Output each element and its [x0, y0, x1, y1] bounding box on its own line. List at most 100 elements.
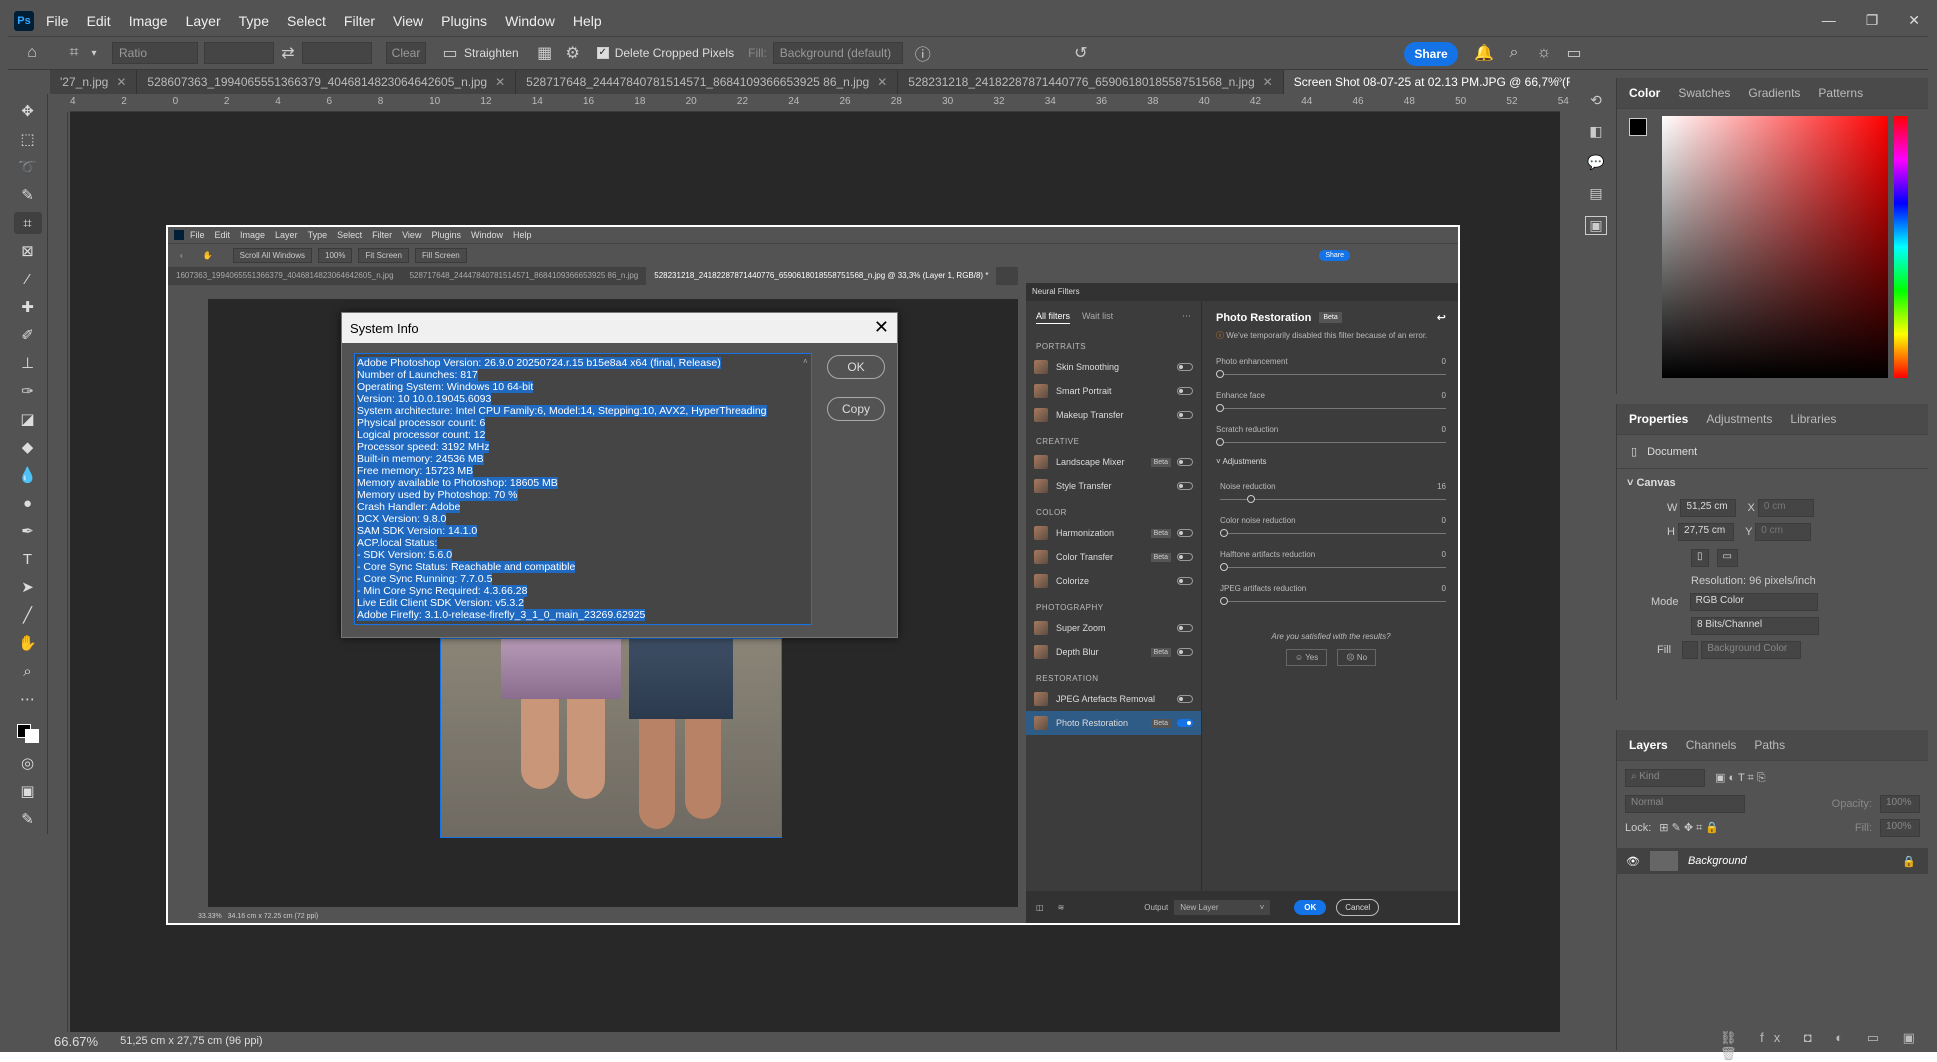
quick-select-icon[interactable]: ✎ — [14, 184, 42, 206]
no-button[interactable]: ☹ No — [1337, 649, 1377, 666]
slider-knob[interactable] — [1220, 563, 1228, 571]
delete-cropped-checkbox[interactable]: ✓ — [596, 47, 609, 59]
filter-item[interactable]: JPEG Artefacts Removal — [1026, 687, 1201, 711]
history-brush-icon[interactable]: ✑ — [14, 380, 42, 402]
filter-item[interactable]: Color Transfer Beta — [1026, 545, 1201, 569]
bell-icon[interactable]: 🔔 — [1470, 42, 1498, 64]
opacity-field[interactable]: 100% — [1880, 795, 1920, 813]
menu-type[interactable]: Type — [239, 13, 269, 29]
brush-tool-icon[interactable]: ✐ — [14, 324, 42, 346]
landscape-icon[interactable]: ▭ — [1716, 549, 1738, 567]
more-tools-icon[interactable]: ⋯ — [14, 688, 42, 710]
zoom-tool-icon[interactable]: ⌕ — [14, 660, 42, 682]
hue-slider[interactable] — [1894, 116, 1908, 378]
dodge-tool-icon[interactable]: ● — [14, 492, 42, 514]
reset-icon[interactable]: ↺ — [1067, 42, 1095, 64]
bits-select[interactable]: 8 Bits/Channel — [1691, 617, 1819, 635]
workspace-icon[interactable]: ▭ — [1560, 42, 1588, 64]
fill-swatch[interactable] — [1682, 641, 1699, 659]
portrait-icon[interactable]: ▯ — [1691, 549, 1709, 567]
crop-tool-icon[interactable]: ⌗ — [60, 42, 88, 64]
filter-slider[interactable]: JPEG artifacts reduction 0 — [1220, 584, 1446, 605]
menu-plugins[interactable]: Plugins — [441, 13, 487, 29]
filter-icons[interactable]: ▣ ◐ T ⌗ ⎘ — [1715, 771, 1766, 785]
filter-toggle[interactable] — [1177, 719, 1193, 727]
straighten-label[interactable]: Straighten — [464, 46, 519, 60]
filter-toggle[interactable] — [1177, 695, 1193, 703]
path-select-icon[interactable]: ➤ — [14, 576, 42, 598]
ratio-select[interactable]: Ratio — [112, 42, 198, 64]
layer-fill-field[interactable]: 100% — [1880, 819, 1920, 837]
layers-icon[interactable]: ≋ — [1058, 903, 1065, 912]
tab-adjustments[interactable]: Adjustments — [1706, 412, 1772, 426]
foreground-color[interactable] — [1629, 118, 1647, 136]
tab-swatches[interactable]: Swatches — [1678, 86, 1730, 100]
filter-slider[interactable]: Enhance face 0 — [1216, 391, 1446, 412]
tab-color[interactable]: Color — [1629, 86, 1660, 100]
tab-channels[interactable]: Channels — [1686, 738, 1737, 752]
width-field[interactable]: 51,25 cm — [1680, 499, 1737, 517]
straighten-icon[interactable]: ▭ — [436, 42, 464, 64]
neural-filters-icon[interactable]: ▣ — [1585, 216, 1607, 235]
filter-toggle[interactable] — [1177, 363, 1193, 371]
zoom-level[interactable]: 66.67% — [54, 1034, 98, 1049]
filter-toggle[interactable] — [1177, 577, 1193, 585]
hand-tool-icon[interactable]: ✋ — [14, 632, 42, 654]
neural-ok-button[interactable]: OK — [1294, 899, 1327, 915]
menu-layer[interactable]: Layer — [186, 13, 221, 29]
info-icon[interactable]: ⓘ — [909, 42, 937, 64]
doc-tab-active[interactable]: Screen Shot 08-07-25 at 02.13 PM.JPG @ 6… — [1283, 70, 1570, 94]
filter-slider[interactable]: Color noise reduction 0 — [1220, 516, 1446, 537]
move-tool-icon[interactable]: ✥ — [14, 100, 42, 122]
filter-toggle[interactable] — [1177, 458, 1193, 466]
screen-mode-icon[interactable]: ▣ — [14, 780, 42, 802]
slider-knob[interactable] — [1216, 438, 1224, 446]
lasso-tool-icon[interactable]: ➰ — [14, 156, 42, 178]
menu-select[interactable]: Select — [287, 13, 326, 29]
filter-toggle[interactable] — [1177, 648, 1193, 656]
blur-tool-icon[interactable]: 💧 — [14, 464, 42, 486]
close-icon[interactable]: ✕ — [1908, 12, 1920, 29]
output-select[interactable]: New Layer ˅ — [1174, 899, 1271, 915]
tab-all-filters[interactable]: All filters — [1036, 311, 1071, 324]
yes-button[interactable]: ☺ Yes — [1285, 649, 1328, 666]
tab-gradients[interactable]: Gradients — [1748, 86, 1800, 100]
doc-tab[interactable]: '27_n.jpg ✕ — [50, 70, 138, 94]
copy-button[interactable]: Copy — [827, 397, 885, 421]
menu-view[interactable]: View — [393, 13, 423, 29]
tab-properties[interactable]: Properties — [1629, 412, 1688, 426]
filter-toggle[interactable] — [1177, 411, 1193, 419]
gear-icon[interactable]: ⚙ — [559, 42, 587, 64]
menu-file[interactable]: File — [46, 13, 69, 29]
x-field[interactable]: 0 cm — [1757, 499, 1814, 517]
width-field[interactable] — [204, 42, 274, 64]
layer-name[interactable]: Background — [1688, 855, 1747, 867]
more-icon[interactable]: ⋯ — [1182, 311, 1191, 324]
crop-tool-icon[interactable]: ⌗ — [13, 212, 42, 234]
filter-slider[interactable]: Halftone artifacts reduction 0 — [1220, 550, 1446, 571]
chevron-down-icon[interactable]: ▾ — [88, 42, 100, 64]
fill-select[interactable]: Background Color — [1701, 641, 1802, 659]
close-icon[interactable]: ✕ — [874, 317, 889, 338]
slider-knob[interactable] — [1220, 529, 1228, 537]
doc-tab[interactable]: 528231218_24182287871440776_659061801855… — [898, 70, 1284, 94]
slider-knob[interactable] — [1247, 495, 1256, 503]
menu-image[interactable]: Image — [129, 13, 168, 29]
filter-toggle[interactable] — [1177, 387, 1193, 395]
learn-icon[interactable]: ▤ — [1589, 185, 1602, 202]
filter-slider[interactable]: Noise reduction 16 — [1220, 482, 1446, 503]
edit-toolbar-icon[interactable]: ✎ — [14, 808, 42, 830]
menu-edit[interactable]: Edit — [87, 13, 111, 29]
filter-toggle[interactable] — [1177, 624, 1193, 632]
blend-mode-select[interactable]: Normal — [1625, 795, 1745, 813]
filter-item[interactable]: Depth Blur Beta — [1026, 640, 1201, 664]
filter-item[interactable]: Skin Smoothing — [1026, 355, 1201, 379]
paint-bucket-icon[interactable]: ◆ — [14, 436, 42, 458]
filter-item[interactable]: Photo Restoration Beta — [1026, 711, 1201, 735]
filter-item[interactable]: Harmonization Beta — [1026, 521, 1201, 545]
filter-item[interactable]: Super Zoom — [1026, 616, 1201, 640]
stamp-tool-icon[interactable]: ⊥ — [14, 352, 42, 374]
filter-item[interactable]: Style Transfer — [1026, 474, 1201, 498]
system-info-text[interactable]: Adobe Photoshop Version: 26.9.0 20250724… — [354, 353, 812, 625]
slider-knob[interactable] — [1216, 370, 1224, 378]
